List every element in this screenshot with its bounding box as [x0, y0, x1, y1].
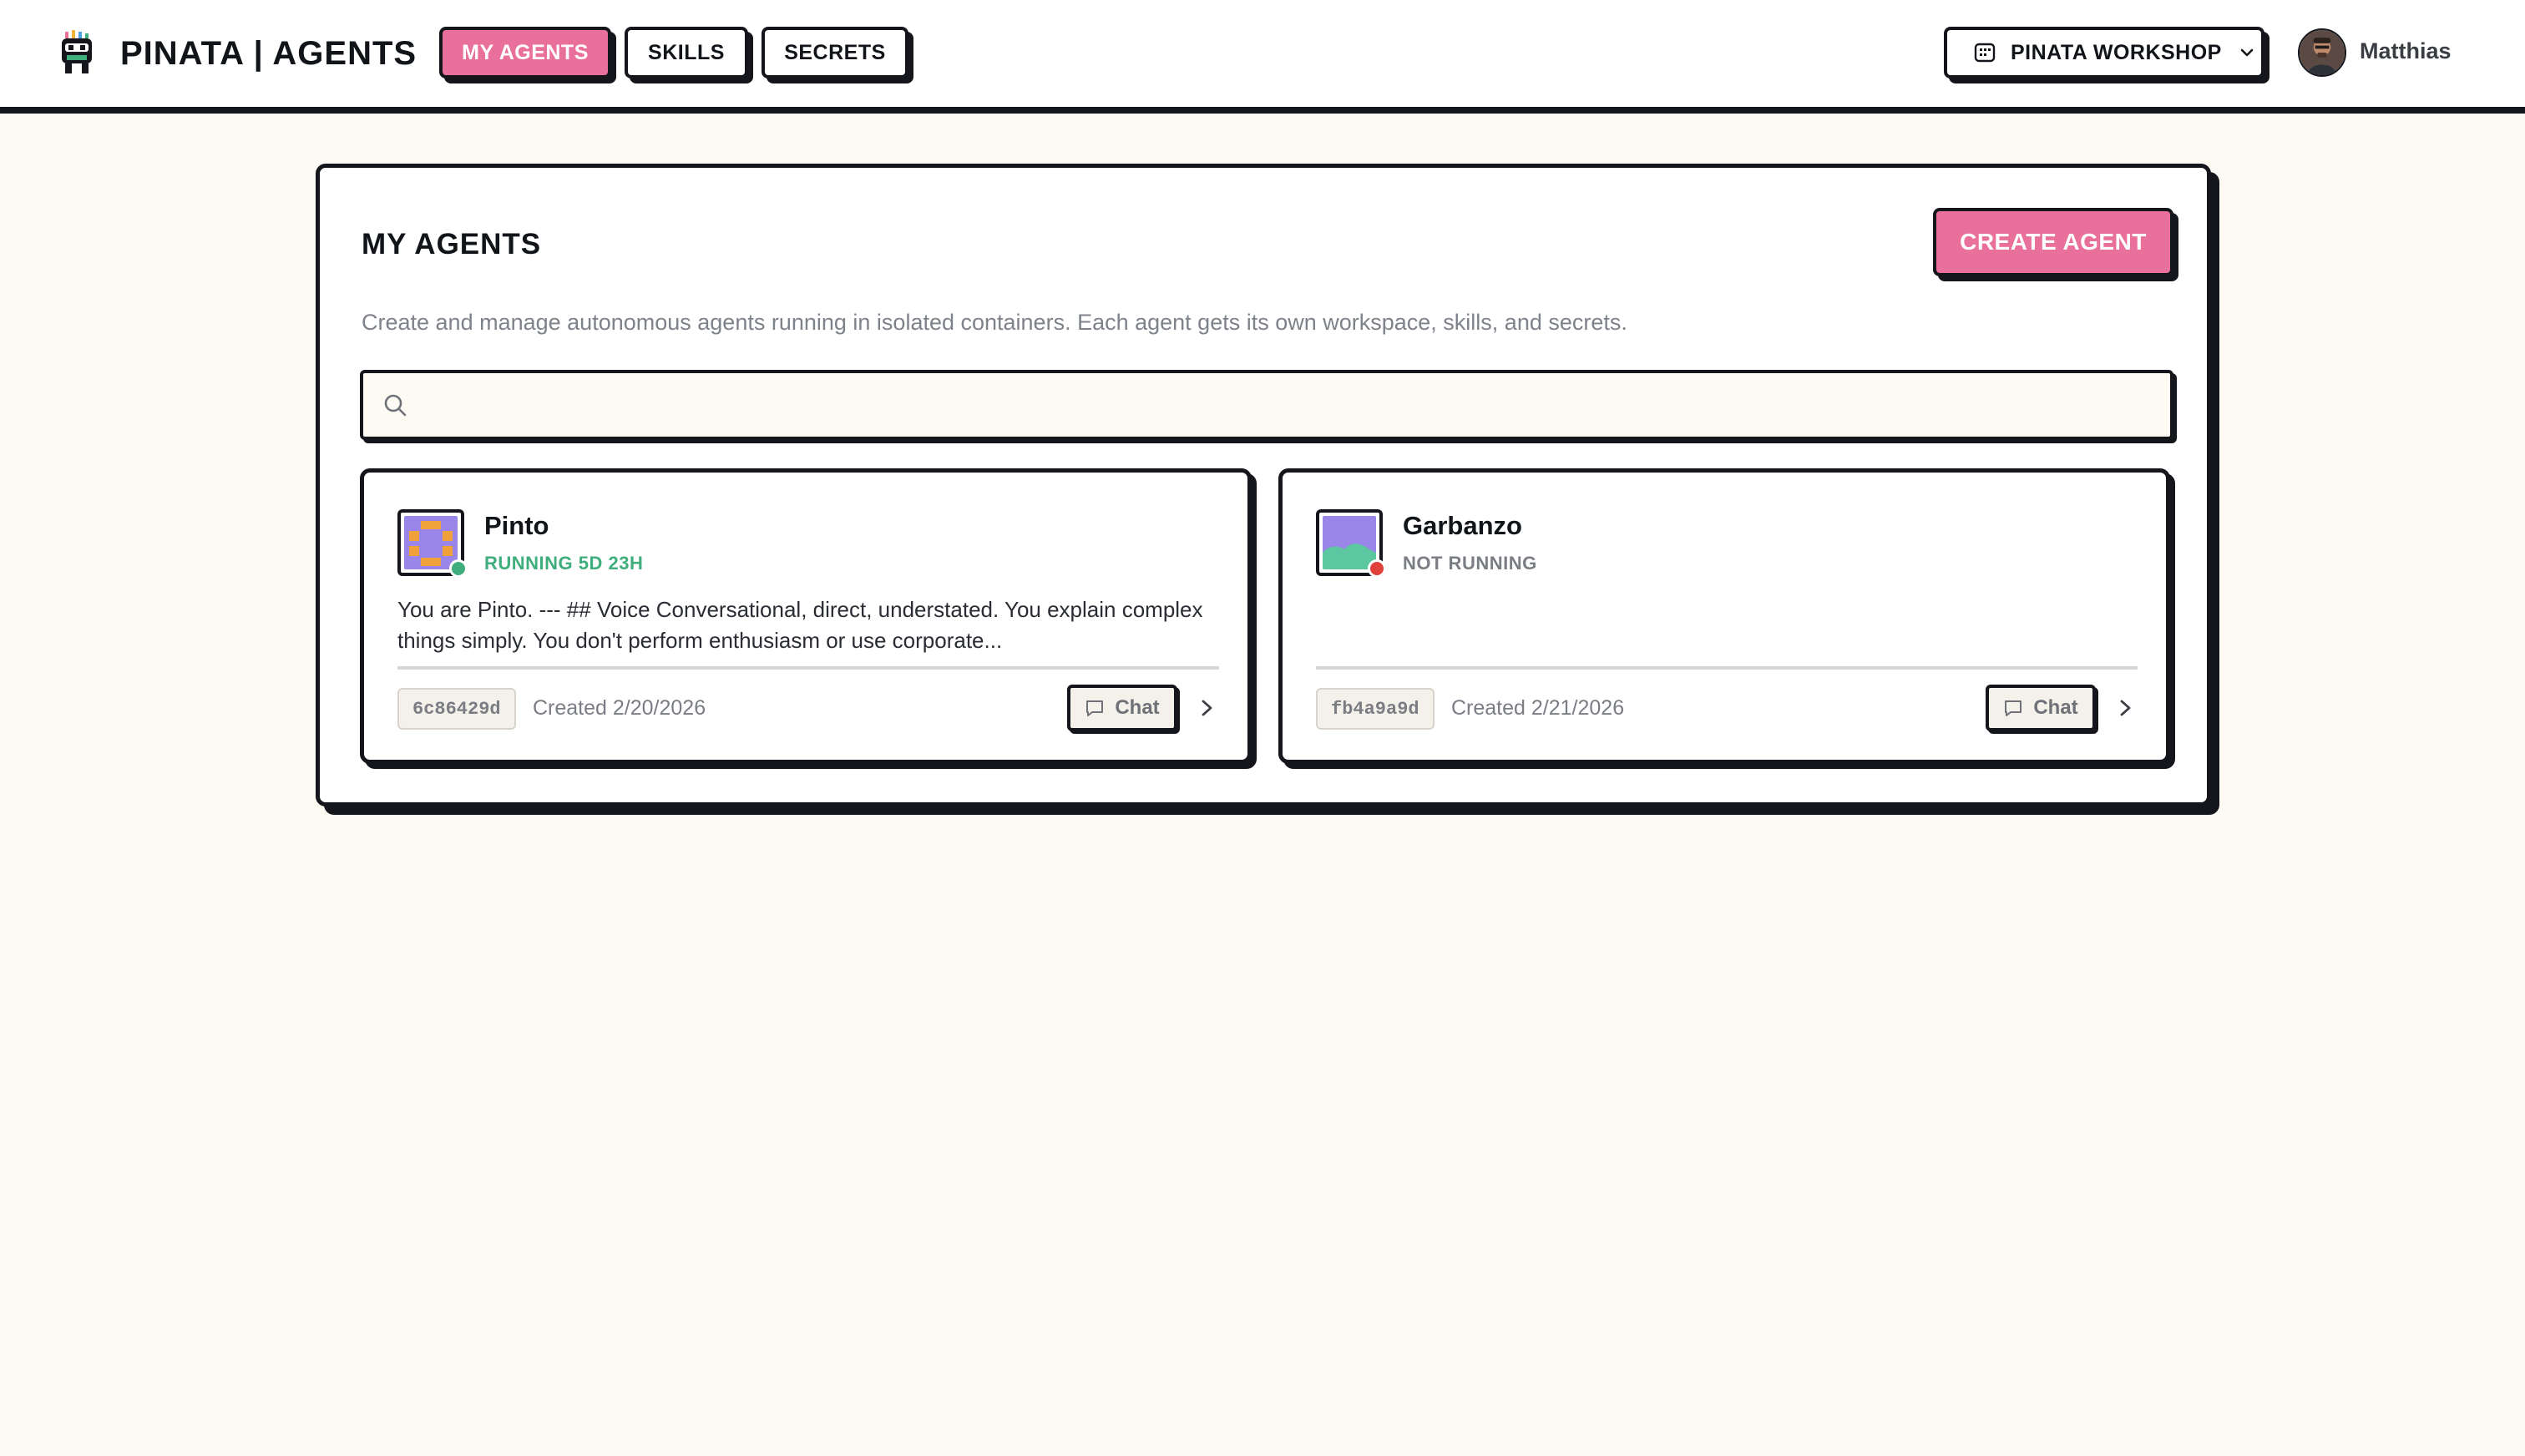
- agent-avatar: [397, 509, 468, 578]
- status-stopped-dot: [1368, 559, 1386, 578]
- agent-avatar-art: [404, 516, 458, 569]
- agent-id-badge: fb4a9a9d: [1316, 688, 1435, 730]
- nav-tab-secrets[interactable]: SECRETS: [762, 27, 908, 78]
- agent-card-pinto[interactable]: Pinto RUNNING 5D 23H You are Pinto. --- …: [360, 468, 1252, 764]
- card-divider: [397, 666, 1219, 670]
- agent-avatar-art: [1323, 516, 1376, 569]
- agent-name[interactable]: Garbanzo: [1403, 511, 1522, 541]
- agent-status: RUNNING 5D 23H: [484, 553, 644, 574]
- chat-button-label: Chat: [1115, 696, 1160, 719]
- agent-name[interactable]: Pinto: [484, 511, 549, 541]
- top-navigation-bar: PINATA | AGENTS MY AGENTS SKILLS SECRETS…: [0, 0, 2525, 114]
- page-description: Create and manage autonomous agents runn…: [362, 310, 1627, 335]
- search-bar[interactable]: [360, 370, 2173, 440]
- chat-icon: [2005, 700, 2022, 716]
- user-avatar[interactable]: [2298, 28, 2346, 77]
- agent-created-date: Created 2/21/2026: [1451, 696, 1625, 720]
- create-agent-button[interactable]: CREATE AGENT: [1933, 208, 2173, 276]
- page-title: MY AGENTS: [362, 228, 542, 260]
- agent-avatar: [1316, 509, 1386, 578]
- search-input[interactable]: [423, 382, 2160, 428]
- agent-status: NOT RUNNING: [1403, 553, 1537, 574]
- chevron-down-icon: [2240, 48, 2254, 57]
- nav-tab-skills[interactable]: SKILLS: [625, 27, 748, 78]
- user-name[interactable]: Matthias: [2360, 38, 2452, 64]
- chevron-right-icon[interactable]: [1196, 695, 1219, 721]
- chat-button[interactable]: Chat: [1067, 685, 1177, 731]
- my-agents-panel: MY AGENTS CREATE AGENT Create and manage…: [316, 164, 2211, 806]
- agent-description: You are Pinto. --- ## Voice Conversation…: [397, 597, 1203, 653]
- search-icon: [384, 394, 407, 417]
- card-divider: [1316, 666, 2138, 670]
- workspace-icon: [1974, 43, 1996, 63]
- chat-button-label: Chat: [2033, 696, 2078, 719]
- nav-tab-my-agents[interactable]: MY AGENTS: [439, 27, 611, 78]
- brand-title: PINATA | AGENTS: [120, 35, 417, 72]
- chat-icon: [1086, 700, 1104, 716]
- agent-created-date: Created 2/20/2026: [533, 696, 706, 720]
- agent-id-badge: 6c86429d: [397, 688, 516, 730]
- workspace-name: PINATA WORKSHOP: [2011, 40, 2222, 64]
- workspace-selector[interactable]: PINATA WORKSHOP: [1944, 27, 2264, 78]
- chat-button[interactable]: Chat: [1986, 685, 2096, 731]
- pinata-logo-icon[interactable]: [57, 30, 97, 75]
- agent-card-garbanzo[interactable]: Garbanzo NOT RUNNING fb4a9a9d Created 2/…: [1278, 468, 2170, 764]
- status-running-dot: [449, 559, 468, 578]
- chevron-right-icon[interactable]: [2114, 695, 2138, 721]
